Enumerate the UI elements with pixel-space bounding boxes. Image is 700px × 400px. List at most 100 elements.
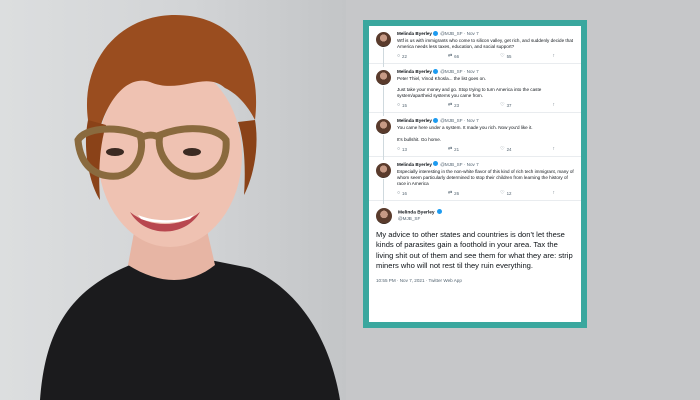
reply-icon: ○: [397, 189, 401, 196]
author-name[interactable]: Melinda Byerley: [397, 118, 432, 123]
retweet-count: 23: [454, 103, 460, 109]
retweet-icon: ⇄: [447, 145, 453, 152]
reply-count: 16: [402, 190, 407, 196]
like-icon: ♡: [500, 53, 505, 60]
tweet-thread-card: Melinda Byerley @MJB_SF · Nov 7 Wtf is u…: [369, 26, 581, 322]
like-button[interactable]: ♡ 12: [500, 189, 512, 196]
share-icon: ↑: [552, 102, 555, 109]
retweet-button[interactable]: ⇄ 26: [447, 189, 460, 196]
retweet-button[interactable]: ⇄ 23: [447, 102, 460, 109]
tweet-text: You came here under a system. It made yo…: [397, 125, 575, 142]
tweet-meta: Melinda Byerley @MJB_SF · Nov 7: [397, 68, 479, 75]
author-handle[interactable]: @MJB_SF: [440, 69, 462, 74]
verified-icon: [432, 161, 438, 167]
share-button[interactable]: ↑: [552, 54, 555, 59]
author-handle[interactable]: @MJB_SF: [398, 216, 574, 222]
verified-icon: [432, 68, 438, 74]
tweet-meta: Melinda Byerley @MJB_SF · Nov 7: [397, 30, 479, 36]
main-tweet-header: Melinda Byerley @MJB_SF: [376, 207, 574, 225]
avatar[interactable]: [376, 119, 391, 135]
avatar[interactable]: [376, 207, 392, 224]
tweet-meta: Melinda Byerley @MJB_SF · Nov 7: [397, 161, 479, 167]
like-icon: ♡: [500, 189, 505, 196]
avatar[interactable]: [376, 70, 391, 86]
tweet-text: Wtf is us with immigrants who come to si…: [397, 38, 575, 50]
retweet-count: 66: [454, 54, 460, 60]
like-count: 55: [506, 54, 512, 60]
tweet-paragraph: You came here under a system. It made yo…: [397, 125, 533, 131]
share-icon: ↑: [552, 145, 555, 152]
portrait-photo: [0, 0, 346, 400]
retweet-button[interactable]: ⇄ 21: [447, 145, 460, 152]
retweet-count: 26: [454, 190, 460, 196]
main-tweet-text: My advice to other states and countries …: [376, 229, 573, 271]
tweet-screenshot-panel: Melinda Byerley @MJB_SF · Nov 7 Wtf is u…: [346, 0, 700, 400]
tweet-item[interactable]: Melinda Byerley @MJB_SF · Nov 7 Peter Th…: [369, 64, 581, 117]
verified-icon: [432, 30, 438, 36]
like-count: 24: [506, 146, 512, 152]
like-count: 37: [506, 103, 512, 109]
reply-count: 13: [402, 146, 407, 152]
tweet-actions: ○ 22 ⇄ 66 ♡ 55 ↑: [397, 50, 575, 63]
tweet-item[interactable]: Melinda Byerley @MJB_SF · Nov 7 You came…: [369, 113, 581, 160]
tweet-text: Peter Thiel, Vinod Khosla... the list go…: [397, 76, 575, 99]
like-count: 12: [506, 190, 512, 196]
author-name[interactable]: Melinda Byerley: [398, 210, 435, 215]
reply-icon: ○: [397, 102, 401, 109]
author-name[interactable]: Melinda Byerley: [397, 69, 432, 74]
like-button[interactable]: ♡ 55: [500, 53, 512, 60]
share-button[interactable]: ↑: [552, 145, 555, 152]
like-icon: ♡: [500, 102, 505, 109]
reply-button[interactable]: ○ 13: [397, 145, 407, 152]
reply-count: 15: [402, 103, 407, 109]
tweet-actions: ○ 15 ⇄ 23 ♡ 37 ↑: [397, 99, 575, 112]
like-button[interactable]: ♡ 24: [500, 145, 512, 152]
tweet-text: Especially interesting in the non-white …: [397, 169, 575, 187]
tweet-date[interactable]: Nov 7: [467, 69, 479, 74]
reply-icon: ○: [397, 53, 401, 60]
tweet-date[interactable]: Nov 7: [467, 162, 479, 167]
main-tweet-timestamp[interactable]: 10:55 PM · Nov 7, 2021 · Twitter Web App: [376, 278, 574, 283]
tweet-paragraph: Especially interesting in the non-white …: [397, 168, 574, 186]
main-tweet[interactable]: Melinda Byerley @MJB_SF My advice to oth…: [369, 201, 581, 283]
like-icon: ♡: [500, 145, 505, 152]
avatar[interactable]: [376, 32, 391, 47]
tweet-paragraph: Wtf is us with immigrants who come to si…: [397, 38, 574, 50]
retweet-button[interactable]: ⇄ 66: [447, 53, 460, 60]
retweet-icon: ⇄: [447, 102, 453, 109]
verified-icon: [432, 117, 438, 123]
reply-button[interactable]: ○ 22: [397, 53, 407, 60]
retweet-icon: ⇄: [447, 53, 453, 60]
main-author-line: Melinda Byerley: [398, 207, 574, 217]
author-name[interactable]: Melinda Byerley: [397, 31, 432, 36]
thread-line: [383, 86, 384, 117]
share-icon: ↑: [552, 53, 555, 60]
tweet-actions: ○ 16 ⇄ 26 ♡ 12 ↑: [397, 187, 575, 200]
share-button[interactable]: ↑: [552, 103, 555, 108]
share-button[interactable]: ↑: [552, 189, 555, 196]
author-name[interactable]: Melinda Byerley: [397, 162, 432, 167]
author-handle[interactable]: @MJB_SF: [440, 162, 462, 167]
reply-button[interactable]: ○ 16: [397, 189, 407, 196]
portrait-illustration: [40, 15, 340, 400]
tweet-date[interactable]: Nov 7: [467, 118, 479, 123]
thread-line: [383, 178, 384, 204]
tweet-date[interactable]: Nov 7: [467, 31, 479, 36]
teal-frame: Melinda Byerley @MJB_SF · Nov 7 Wtf is u…: [363, 20, 587, 328]
tweet-paragraph: Peter Thiel, Vinod Khosla... the list go…: [397, 76, 486, 82]
like-button[interactable]: ♡ 37: [500, 102, 512, 109]
reply-count: 22: [402, 54, 407, 60]
retweet-count: 21: [454, 146, 460, 152]
share-icon: ↑: [552, 189, 555, 196]
retweet-icon: ⇄: [447, 189, 453, 196]
verified-icon: [436, 208, 442, 214]
tweet-meta: Melinda Byerley @MJB_SF · Nov 7: [397, 117, 479, 124]
reply-button[interactable]: ○ 15: [397, 102, 407, 109]
author-handle[interactable]: @MJB_SF: [440, 118, 462, 123]
tweet-item[interactable]: Melinda Byerley @MJB_SF · Nov 7 Wtf is u…: [369, 26, 581, 68]
author-handle[interactable]: @MJB_SF: [440, 31, 462, 36]
avatar[interactable]: [376, 162, 391, 178]
tweet-paragraph: Just take your money and go. Stop trying…: [397, 87, 542, 99]
tweet-item[interactable]: Melinda Byerley @MJB_SF · Nov 7 Especial…: [369, 157, 581, 204]
reply-icon: ○: [397, 145, 401, 152]
